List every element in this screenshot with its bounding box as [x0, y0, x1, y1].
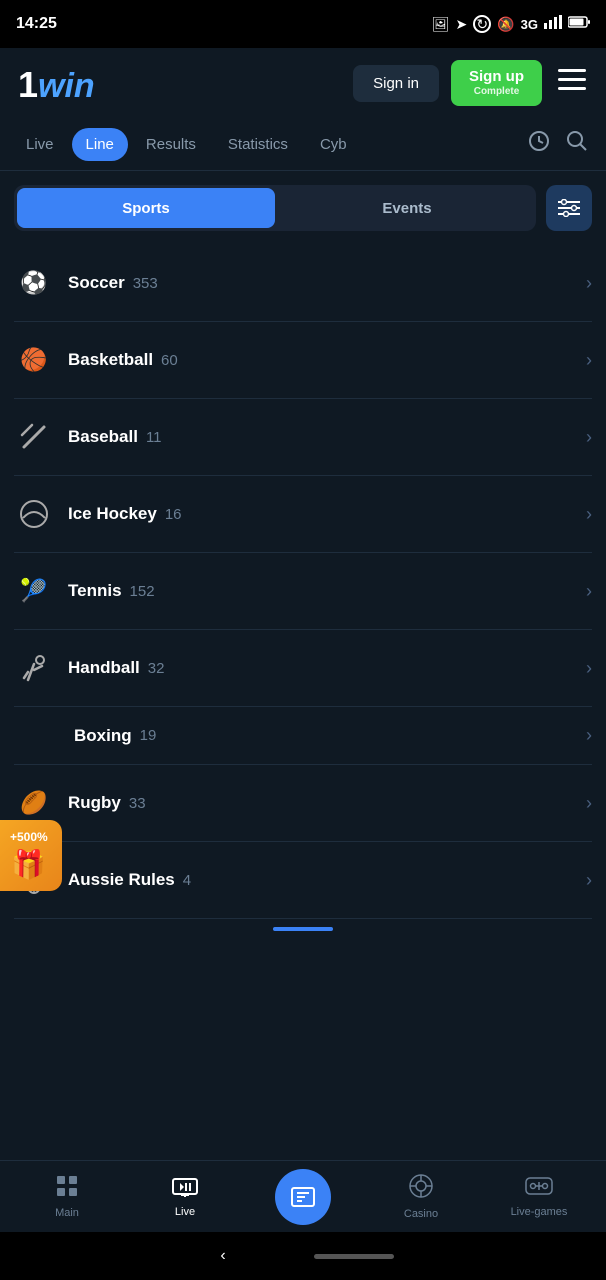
- icehockey-name: Ice Hockey: [68, 504, 157, 524]
- svg-text:1: 1: [18, 64, 38, 105]
- tennis-icon: 🎾: [14, 571, 54, 611]
- basketball-count: 60: [161, 352, 178, 369]
- soccer-icon: ⚽: [14, 263, 54, 303]
- aussie-name: Aussie Rules: [68, 870, 175, 890]
- casino-label: Casino: [404, 1208, 438, 1220]
- nav-tabs: Live Line Results Statistics Cyb: [0, 118, 606, 171]
- sport-list: ⚽ Soccer 353 › 🏀 Basketball 60 › Basebal…: [0, 245, 606, 919]
- tab-line[interactable]: Line: [72, 128, 128, 161]
- rugby-icon: 🏉: [14, 783, 54, 823]
- nav-live[interactable]: Live: [126, 1167, 244, 1226]
- baseball-count: 11: [146, 429, 162, 446]
- status-bar: 14:25 🖼 ➤ ↻ 🔕 3G: [0, 0, 606, 48]
- handball-count: 32: [148, 660, 165, 677]
- livegames-icon: [525, 1175, 553, 1202]
- signal-icon: [544, 15, 562, 34]
- signup-sub: Complete: [469, 86, 524, 98]
- boxing-count: 19: [140, 727, 157, 744]
- aussie-chevron: ›: [586, 870, 592, 891]
- handball-name: Handball: [68, 658, 140, 678]
- toggle-container: Sports Events: [14, 185, 536, 231]
- menu-button[interactable]: [554, 65, 590, 102]
- sport-item-baseball[interactable]: Baseball 11 ›: [14, 399, 592, 476]
- rugby-name: Rugby: [68, 793, 121, 813]
- soccer-chevron: ›: [586, 273, 592, 294]
- search-button[interactable]: [560, 126, 594, 162]
- boxing-chevron: ›: [586, 725, 592, 746]
- icehockey-chevron: ›: [586, 504, 592, 525]
- rugby-count: 33: [129, 795, 146, 812]
- scroll-indicator: [0, 919, 606, 939]
- bet-button[interactable]: [275, 1169, 331, 1225]
- aussie-count: 4: [183, 872, 191, 889]
- handball-chevron: ›: [586, 658, 592, 679]
- navigation-icon: ➤: [455, 16, 467, 33]
- icehockey-icon: [14, 494, 54, 534]
- battery-icon: [568, 15, 590, 33]
- live-label: Live: [175, 1206, 195, 1218]
- tennis-name: Tennis: [68, 581, 122, 601]
- signup-label: Sign up: [469, 68, 524, 86]
- sport-item-boxing[interactable]: Boxing 19 ›: [14, 707, 592, 765]
- tab-live[interactable]: Live: [12, 128, 68, 161]
- baseball-icon: [14, 417, 54, 457]
- handball-icon: [14, 648, 54, 688]
- sync-icon: ↻: [473, 15, 491, 33]
- sport-item-rugby[interactable]: 🏉 Rugby 33 ›: [14, 765, 592, 842]
- system-bar: ‹: [0, 1232, 606, 1280]
- logo: 1 win: [16, 61, 106, 105]
- sport-item-tennis[interactable]: 🎾 Tennis 152 ›: [14, 553, 592, 630]
- network-icon: 3G: [521, 17, 538, 32]
- promo-gift-icon: 🎁: [11, 848, 46, 881]
- header: 1 win Sign in Sign up Complete: [0, 48, 606, 118]
- signin-button[interactable]: Sign in: [353, 65, 439, 102]
- casino-icon: [408, 1173, 434, 1204]
- bottom-nav: Main Live: [0, 1160, 606, 1232]
- promo-percent: +500%: [10, 830, 48, 844]
- boxing-name: Boxing: [74, 726, 132, 746]
- live-tv-icon: [172, 1175, 198, 1202]
- tab-statistics[interactable]: Statistics: [214, 128, 302, 161]
- sport-item-aussie[interactable]: Aussie Rules 4 ›: [14, 842, 592, 919]
- nav-main[interactable]: Main: [8, 1166, 126, 1227]
- events-toggle[interactable]: Events: [278, 185, 536, 231]
- sport-item-soccer[interactable]: ⚽ Soccer 353 ›: [14, 245, 592, 322]
- sport-item-basketball[interactable]: 🏀 Basketball 60 ›: [14, 322, 592, 399]
- basketball-name: Basketball: [68, 350, 153, 370]
- home-pill[interactable]: [314, 1254, 394, 1259]
- tennis-count: 152: [130, 583, 155, 600]
- nav-casino[interactable]: Casino: [362, 1165, 480, 1228]
- main-label: Main: [55, 1207, 79, 1219]
- tab-cyber[interactable]: Cyb: [306, 128, 361, 161]
- nav-livegames[interactable]: Live-games: [480, 1167, 598, 1226]
- icehockey-count: 16: [165, 506, 182, 523]
- soccer-count: 353: [133, 275, 158, 292]
- rugby-chevron: ›: [586, 793, 592, 814]
- sports-toggle[interactable]: Sports: [17, 188, 275, 228]
- baseball-chevron: ›: [586, 427, 592, 448]
- filter-button[interactable]: [546, 185, 592, 231]
- signup-button[interactable]: Sign up Complete: [451, 60, 542, 106]
- photo-icon: 🖼: [432, 16, 450, 33]
- history-button[interactable]: [522, 126, 556, 162]
- soccer-name: Soccer: [68, 273, 125, 293]
- basketball-icon: 🏀: [14, 340, 54, 380]
- status-time: 14:25: [16, 15, 57, 33]
- notification-off-icon: 🔕: [497, 16, 514, 33]
- main-icon: [55, 1174, 79, 1203]
- sport-item-icehockey[interactable]: Ice Hockey 16 ›: [14, 476, 592, 553]
- baseball-name: Baseball: [68, 427, 138, 447]
- svg-text:win: win: [38, 67, 95, 105]
- tab-results[interactable]: Results: [132, 128, 210, 161]
- livegames-label: Live-games: [511, 1206, 568, 1218]
- promo-badge[interactable]: +500% 🎁: [0, 820, 62, 891]
- tennis-chevron: ›: [586, 581, 592, 602]
- back-button[interactable]: ‹: [212, 1239, 233, 1273]
- sport-item-handball[interactable]: Handball 32 ›: [14, 630, 592, 707]
- nav-center[interactable]: [244, 1169, 362, 1225]
- toggle-bar: Sports Events: [0, 171, 606, 245]
- status-icons: 🖼 ➤ ↻ 🔕 3G: [432, 15, 590, 34]
- basketball-chevron: ›: [586, 350, 592, 371]
